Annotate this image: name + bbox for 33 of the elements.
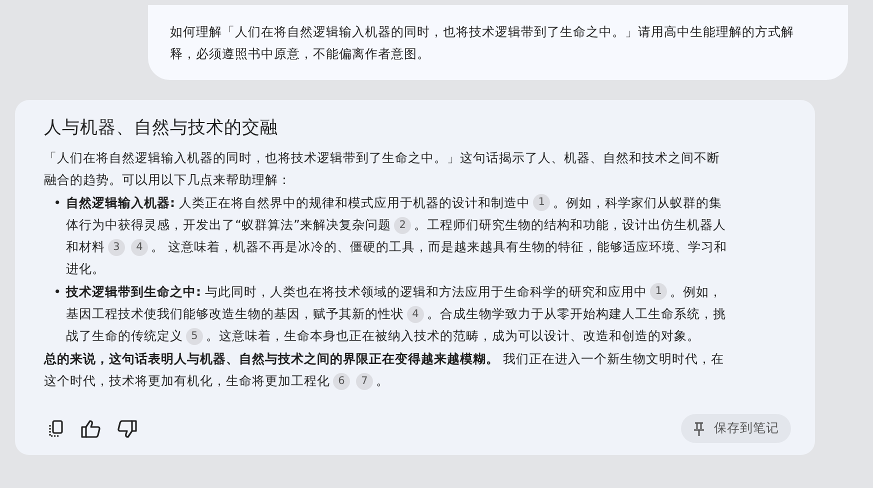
save-to-notes-button[interactable]: 保存到笔记 <box>681 414 791 444</box>
bullet-marker: • <box>52 282 62 301</box>
answer-text: 。工程师们研究生物的结构和功能，设计出仿生机器人 <box>414 216 726 234</box>
citation-badge[interactable]: 6 <box>333 372 350 390</box>
citation-badge[interactable]: 1 <box>533 194 550 212</box>
citation-badge[interactable]: 4 <box>407 306 424 323</box>
bullet-marker: • <box>52 194 62 212</box>
citation-badge[interactable]: 5 <box>186 328 203 346</box>
answer-text: 融合的趋势。可以用以下几点来帮助理解： <box>44 171 291 190</box>
answer-text: 。 这意味着，机器不再是冰冷的、僵硬的工具，而是越来越具有生物的特征，能够适应环境、学习和 <box>151 238 728 256</box>
citation-badge[interactable]: 7 <box>356 372 373 390</box>
citation-badge[interactable]: 2 <box>394 216 412 234</box>
answer-text: 和材料 <box>66 238 105 256</box>
answer-title: 人与机器、自然与技术的交融 <box>44 118 279 139</box>
answer-text: 技术逻辑带到生命之中: 与此同时，人类也在将技术领域的逻辑和方法应用于生命科学的研究和应用中 <box>66 282 648 301</box>
pin-icon <box>693 422 705 436</box>
question-text: 如何理解「人们在将自然逻辑输入机器的同时，也将技术逻辑带到了生命之中。」请用高中生能理解的方式解释，必须遵照书中原意，不能偏离作者意图。 <box>148 5 848 80</box>
citation-badge[interactable]: 3 <box>108 238 125 256</box>
citation-badge[interactable]: 4 <box>131 238 148 256</box>
answer-text: 自然逻辑输入机器: 人类正在将自然界中的规律和模式应用于机器的设计和制造中 <box>66 194 530 212</box>
answer-text: 「人们在将自然逻辑输入机器的同时，也将技术逻辑带到了生命之中。」这句话揭示了人、机器、自然和技术之间不断 <box>44 149 720 167</box>
answer-text: 。合成生物学致力于从零开始构建人工生命系统，挑 <box>427 305 726 324</box>
answer-text: 。例如，科学家们从蚁群的集 <box>553 194 722 212</box>
answer-text: 基因工程技术使我们能够改造生物的基因，赋予其新的性状 <box>66 305 404 324</box>
answer-text: 战了生命的传统定义 <box>66 327 183 346</box>
answer-text: 。 <box>376 372 389 390</box>
answer-text: 体行为中获得灵感，开发出了“蚁群算法”来解决复杂问题 <box>66 216 392 234</box>
answer-text: 。这意味着，生命本身也正在被纳入技术的范畴，成为可以设计、改造和创造的对象。 <box>206 327 700 346</box>
citation-badge[interactable]: 1 <box>650 283 668 300</box>
answer-text: 进化。 <box>66 260 105 278</box>
answer-text: 这个时代，技术将更加有机化，生命将更加工程化 <box>44 372 330 390</box>
answer-text: 总的来说，这句话表明人与机器、自然与技术之间的界限正在变得越来越模糊。 我们正在进入一个新生物文明时代，在 <box>44 350 724 368</box>
answer-text: 。例如， <box>670 282 722 301</box>
